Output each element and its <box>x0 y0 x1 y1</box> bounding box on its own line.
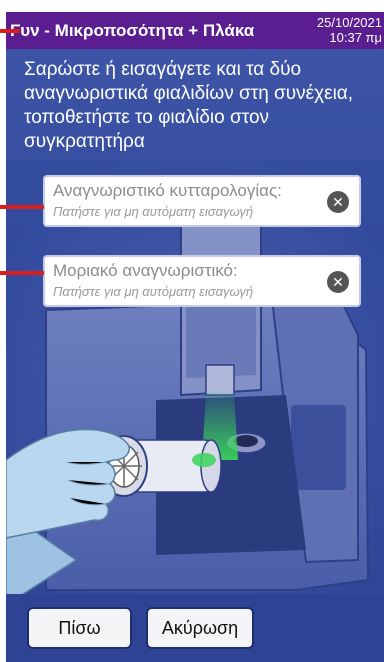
cytology-id-field[interactable]: Αναγνωριστικό κυτταρολογίας: Πατήστε για… <box>43 175 361 227</box>
callout-line-molecular <box>0 271 44 275</box>
cancel-button[interactable]: Ακύρωση <box>146 607 254 649</box>
protocol-title: Γυν - Μικροποσότητα + Πλάκα <box>10 21 255 40</box>
header-bar: Γυν - Μικροποσότητα + Πλάκα 25/10/2021 1… <box>6 12 384 49</box>
callout-line-cytology <box>0 205 44 209</box>
back-button[interactable]: Πίσω <box>27 607 132 649</box>
date-time: 25/10/2021 10:37 πμ <box>317 15 382 45</box>
cytology-id-label: Αναγνωριστικό κυτταρολογίας: <box>53 181 282 200</box>
clear-icon[interactable]: ✕ <box>327 271 349 293</box>
time-label: 10:37 πμ <box>329 30 382 45</box>
clear-icon[interactable]: ✕ <box>327 191 349 213</box>
screen: Γυν - Μικροποσότητα + Πλάκα 25/10/2021 1… <box>6 12 384 662</box>
footer-bar: Πίσω Ακύρωση <box>6 594 384 662</box>
molecular-id-hint: Πατήστε για μη αυτόματη εισαγωγή <box>53 284 254 299</box>
molecular-id-field[interactable]: Μοριακό αναγνωριστικό: Πατήστε για μη αυ… <box>43 255 361 307</box>
cytology-id-hint: Πατήστε για μη αυτόματη εισαγωγή <box>53 204 254 219</box>
instruction-text: Σαρώστε ή εισαγάγετε και τα δύο αναγνωρι… <box>24 59 354 152</box>
callout-line-title <box>0 29 20 33</box>
molecular-id-label: Μοριακό αναγνωριστικό: <box>53 261 238 280</box>
date-label: 25/10/2021 <box>316 15 382 30</box>
